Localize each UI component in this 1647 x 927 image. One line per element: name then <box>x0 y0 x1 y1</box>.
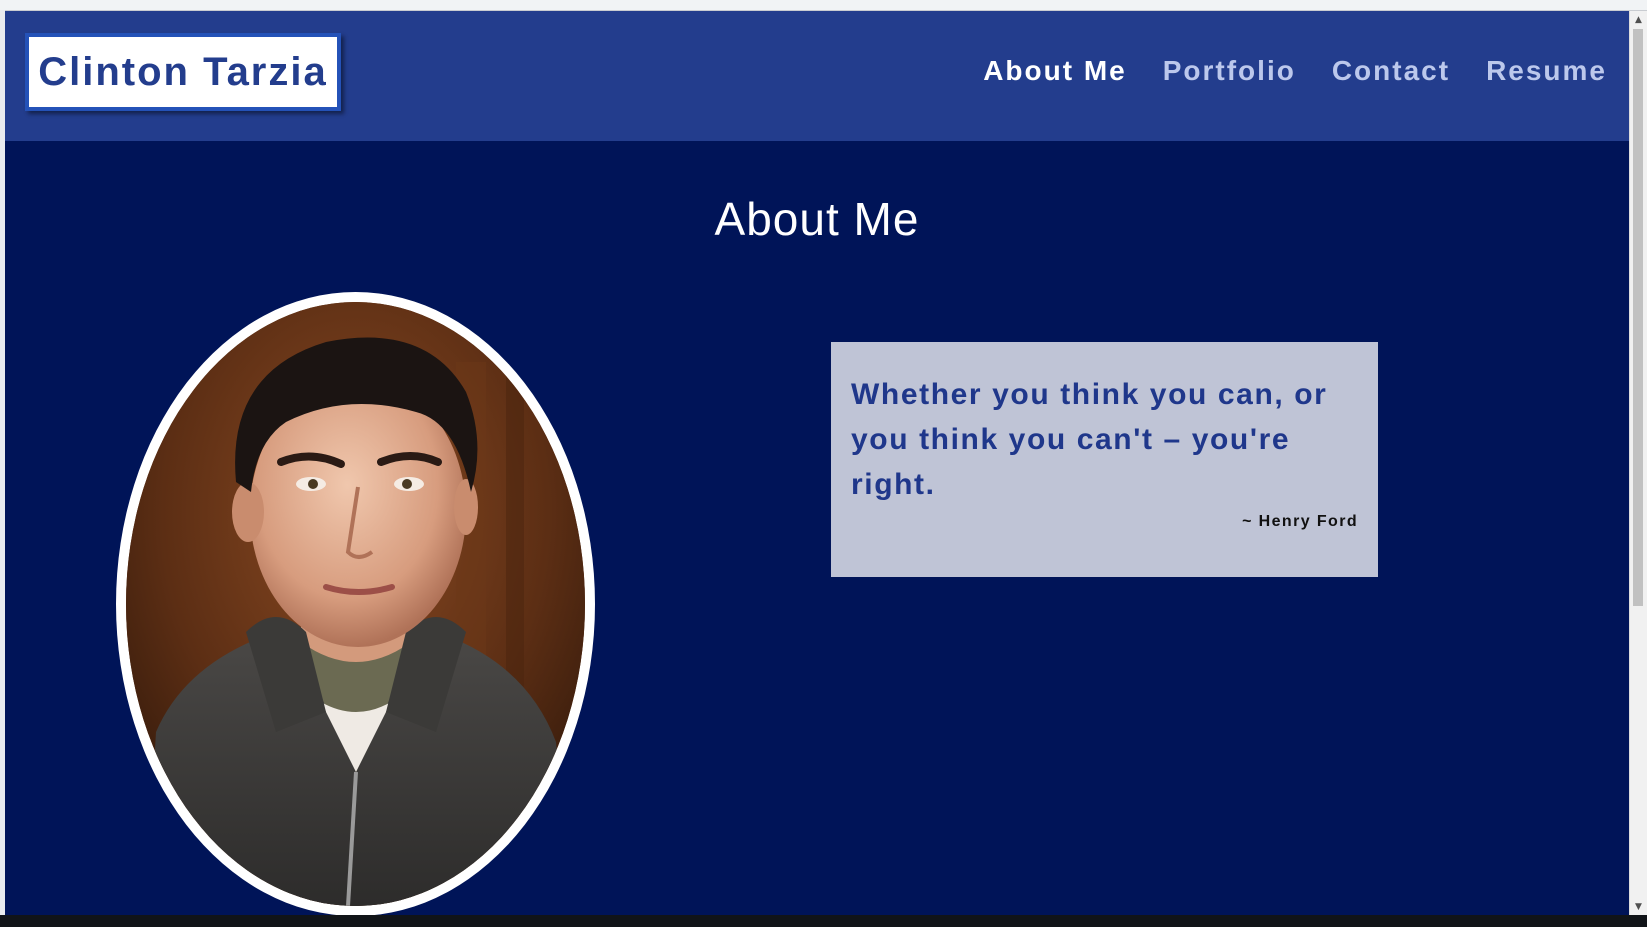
scrollbar-thumb[interactable] <box>1633 29 1643 606</box>
site-logo-text: Clinton Tarzia <box>38 49 328 94</box>
browser-viewport: Clinton Tarzia About Me Portfolio Contac… <box>0 0 1647 915</box>
main-nav: About Me Portfolio Contact Resume <box>983 55 1607 87</box>
scroll-up-arrow-icon[interactable]: ▲ <box>1630 11 1647 28</box>
quote-text: Whether you think you can, or you think … <box>851 378 1328 501</box>
nav-link-about-me[interactable]: About Me <box>983 55 1127 87</box>
browser-top-strip <box>0 0 1647 11</box>
quote-card: Whether you think you can, or you think … <box>831 342 1378 577</box>
profile-photo <box>126 302 585 906</box>
scroll-down-arrow-icon[interactable]: ▼ <box>1630 898 1647 915</box>
nav-link-portfolio[interactable]: Portfolio <box>1163 55 1296 87</box>
site-logo[interactable]: Clinton Tarzia <box>25 33 341 111</box>
window-left-edge <box>0 10 5 915</box>
vertical-scrollbar[interactable]: ▲ ▼ <box>1629 11 1647 915</box>
page-title: About Me <box>714 193 920 245</box>
nav-link-contact[interactable]: Contact <box>1332 55 1450 87</box>
nav-link-resume[interactable]: Resume <box>1486 55 1607 87</box>
profile-portrait <box>116 292 595 915</box>
taskbar-strip <box>0 915 1647 927</box>
site-header: Clinton Tarzia About Me Portfolio Contac… <box>5 11 1629 141</box>
quote-author: ~ Henry Ford <box>1242 513 1358 530</box>
